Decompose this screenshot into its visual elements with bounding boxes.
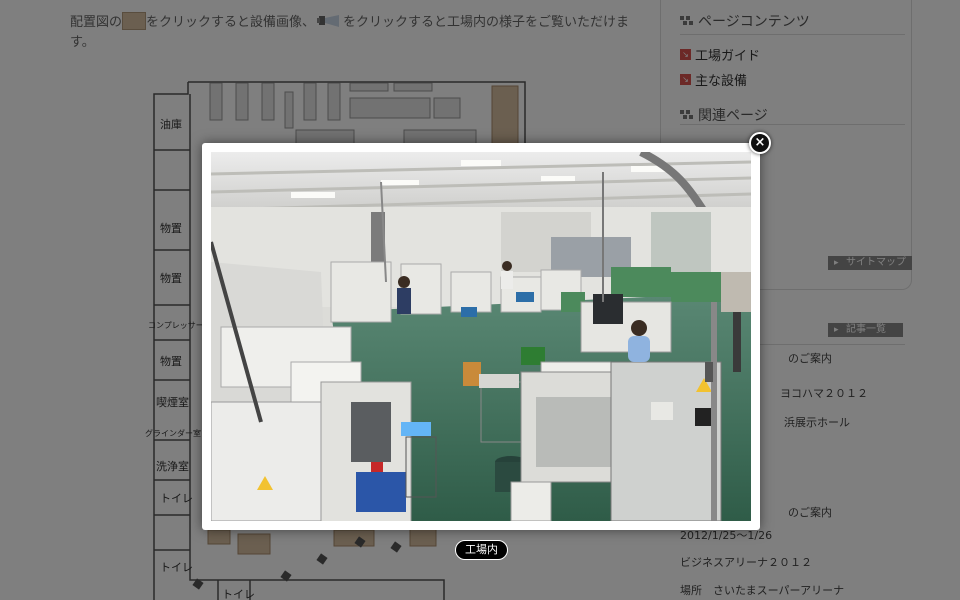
worker-figure (628, 320, 650, 362)
close-button[interactable]: × (749, 132, 771, 154)
factory-floor-photo (211, 152, 751, 521)
worker-figure (397, 276, 411, 314)
worker-figure (501, 261, 513, 289)
lightbox (202, 143, 760, 530)
factory-interior-image (211, 152, 751, 521)
lightbox-caption: 工場内 (455, 540, 508, 560)
